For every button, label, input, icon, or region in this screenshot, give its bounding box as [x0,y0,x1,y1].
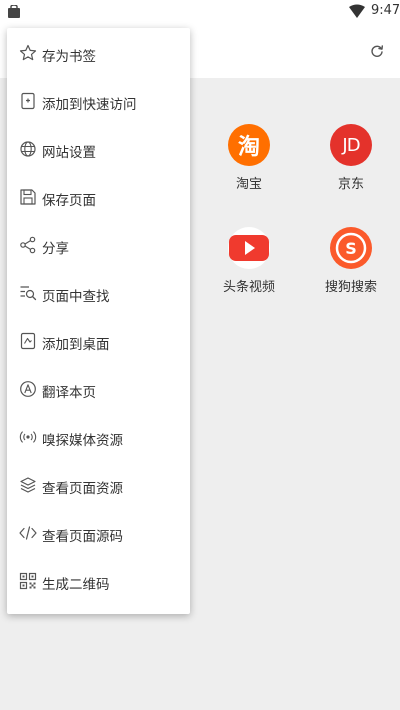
wifi-icon [349,4,365,18]
menu-item-label: 翻译本页 [42,385,96,401]
toutiao-video-icon [228,227,270,269]
menu-item-add-to-desktop[interactable]: 添加到桌面 [7,318,190,366]
menu-item-label: 页面中查找 [42,289,110,305]
share-icon [20,236,36,254]
add-to-desktop-icon [20,332,36,350]
sniff-media-icon [19,431,37,443]
find-in-page-icon [20,286,37,301]
menu-item-view-source[interactable]: 查看页面源码 [7,510,190,558]
quick-access-icon [21,92,35,110]
translate-icon [20,381,36,397]
code-icon [19,526,37,540]
menu-item-bookmark[interactable]: 存为书签 [7,30,190,78]
menu-item-label: 网站设置 [42,145,96,161]
taobao-icon: 淘 [228,124,270,166]
menu-item-sniff-media[interactable]: 嗅探媒体资源 [7,414,190,462]
menu-item-label: 存为书签 [42,49,96,65]
menu-item-label: 保存页面 [42,193,96,209]
reload-icon[interactable] [370,44,384,58]
status-bar: 9:47 [0,0,400,24]
status-time: 9:47 [371,3,400,18]
shortcut-toutiao-video[interactable]: 头条视频 [209,227,289,295]
menu-item-page-resources[interactable]: 查看页面资源 [7,462,190,510]
menu-item-label: 添加到桌面 [42,337,110,353]
shortcut-label: 淘宝 [235,177,262,192]
menu-item-label: 生成二维码 [42,577,110,593]
shortcut-taobao[interactable]: 淘 淘宝 [209,124,289,192]
menu-item-find-in-page[interactable]: 页面中查找 [7,270,190,318]
menu-item-site-settings[interactable]: 网站设置 [7,126,190,174]
menu-item-share[interactable]: 分享 [7,222,190,270]
menu-item-quick-access[interactable]: 添加到快速访问 [7,78,190,126]
overflow-menu: 存为书签 添加到快速访问 网站设置 保存页面 分享 页面中查找 添加到桌面 翻译… [7,28,190,614]
shortcut-label: 搜狗搜索 [324,280,377,295]
menu-item-label: 查看页面资源 [42,481,123,497]
qr-code-icon [19,572,37,590]
shortcut-jd[interactable]: JD 京东 [311,124,391,192]
shortcut-sogou[interactable]: S 搜狗搜索 [311,227,391,295]
jd-icon: JD [330,124,372,166]
svg-text:S: S [345,239,357,258]
save-icon [20,189,36,205]
menu-item-qr-code[interactable]: 生成二维码 [7,558,190,606]
layers-icon [20,477,36,493]
globe-icon [20,141,36,157]
sogou-icon: S [330,227,372,269]
menu-item-label: 查看页面源码 [42,529,123,545]
menu-item-label: 分享 [42,241,69,257]
shortcut-label: 京东 [337,177,364,192]
menu-item-label: 嗅探媒体资源 [42,433,123,449]
menu-item-save-page[interactable]: 保存页面 [7,174,190,222]
shortcut-label: 头条视频 [222,280,275,295]
star-icon [19,44,37,61]
app-notification-icon [8,5,20,18]
menu-item-label: 添加到快速访问 [42,97,137,113]
menu-item-translate[interactable]: 翻译本页 [7,366,190,414]
